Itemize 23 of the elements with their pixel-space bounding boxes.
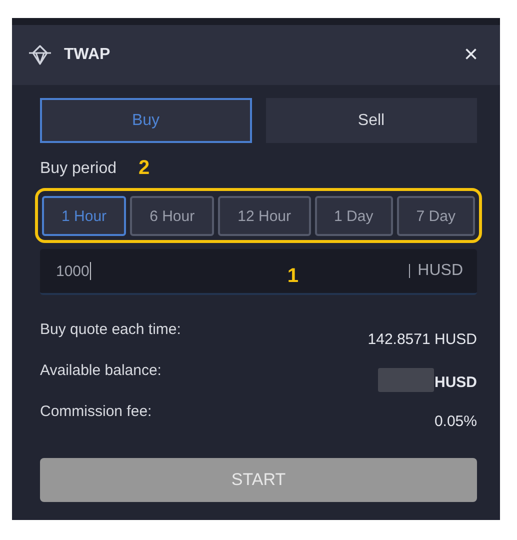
side-tab[interactable]: Sell [266,98,477,143]
detail-label: Buy quote each time: [40,321,181,338]
side-tab[interactable]: Buy [40,98,252,143]
amount-value: 1000 [56,262,90,280]
period-option[interactable]: 1 Hour [42,196,126,236]
window-title: TWAP [64,46,112,64]
detail-value: HUSD [434,374,477,390]
period-option[interactable]: 12 Hour [218,196,311,236]
amount-field[interactable]: 1000 1 HUSD [40,249,477,295]
annotation-number: 1 [287,264,300,288]
unit-label: HUSD [418,262,463,280]
detail-label: Available balance: [40,362,162,379]
close-button[interactable]: × [460,41,482,69]
period-option[interactable]: 7 Day [396,196,475,236]
period-option[interactable]: 1 Day [314,196,393,236]
detail-label: Commission fee: [40,403,152,420]
period-option[interactable]: 6 Hour [130,196,214,236]
detail-value: 0.05% [434,413,477,430]
period-label: Buy period [40,160,116,178]
redaction-block [378,368,434,392]
diamond-icon [28,45,52,65]
detail-value: 142.8571 HUSD [368,331,477,348]
annotation-number: 2 [138,157,150,180]
